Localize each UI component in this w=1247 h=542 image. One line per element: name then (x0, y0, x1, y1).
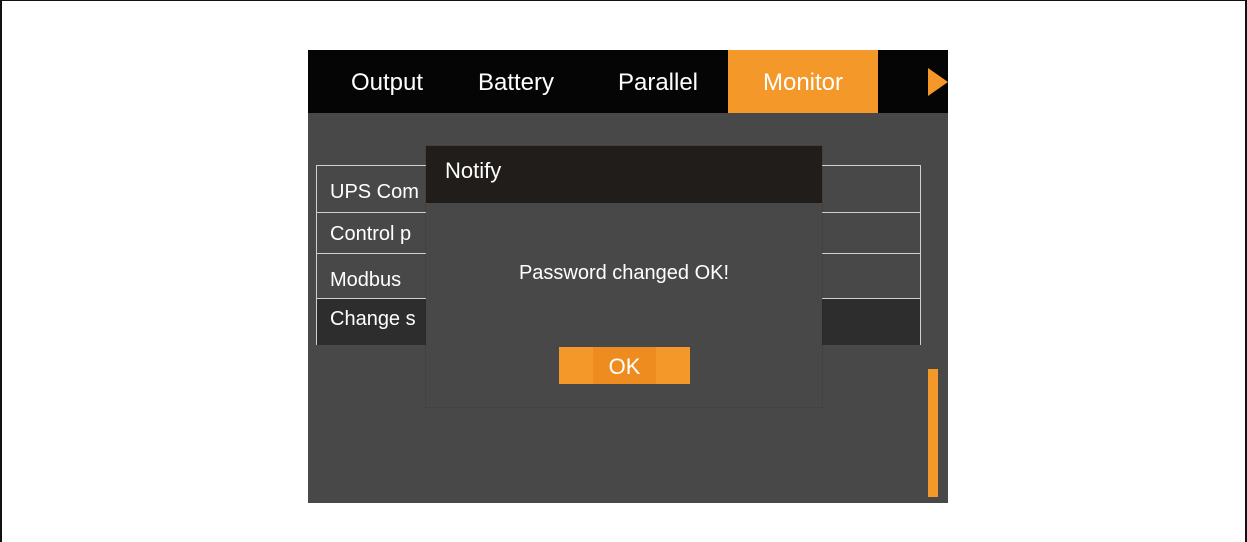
ups-display-screen: Output Battery Parallel Monitor UPS Com … (308, 50, 948, 503)
scrollbar-thumb[interactable] (928, 369, 938, 497)
tab-output[interactable]: Output (332, 50, 442, 113)
ok-button-label: OK (608, 354, 641, 379)
tab-monitor[interactable]: Monitor (728, 50, 878, 113)
tab-parallel[interactable]: Parallel (598, 50, 718, 113)
notify-dialog: Notify Password changed OK! OK (426, 146, 822, 407)
tab-bar: Output Battery Parallel Monitor (308, 50, 948, 113)
tab-battery[interactable]: Battery (456, 50, 576, 113)
ok-button[interactable]: OK (559, 347, 690, 384)
dialog-message: Password changed OK! (518, 262, 730, 284)
dialog-header: Notify (426, 146, 822, 203)
dialog-title: Notify (445, 158, 502, 183)
triangle-right-icon[interactable] (928, 68, 948, 96)
